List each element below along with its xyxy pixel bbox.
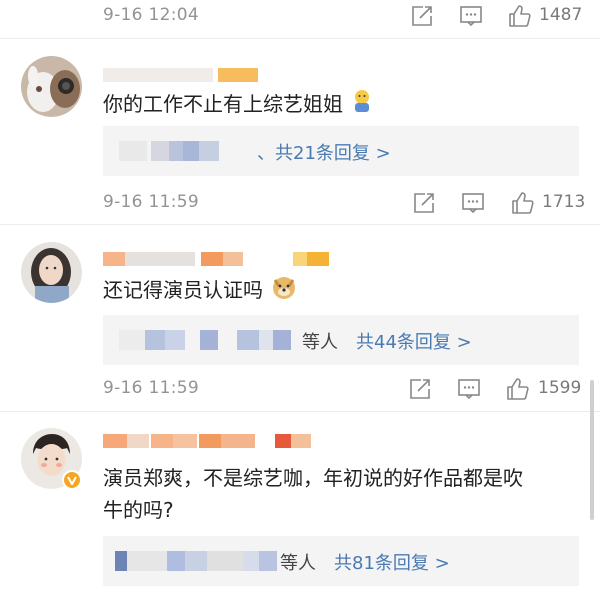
like-icon: [512, 192, 534, 214]
reply-count-link[interactable]: 共81条回复 >: [334, 549, 450, 575]
reply-preview-box[interactable]: 、共21条回复 >: [103, 126, 579, 176]
comment-icon: [460, 6, 482, 27]
comment-item: 演员郑爽，不是综艺咖，年初说的好作品都是吹 牛的吗? 等人 共81条回复 >: [0, 418, 600, 600]
username-blurred[interactable]: [103, 252, 333, 266]
reply-preview-box[interactable]: 等人 共44条回复 >: [103, 315, 579, 365]
comment-meta-row: 9-16 12:04 1487: [0, 0, 600, 37]
scrollbar[interactable]: [590, 380, 594, 520]
like-icon: [509, 5, 531, 27]
reply-count-link[interactable]: 共44条回复 >: [356, 328, 472, 354]
doge-emoji: [271, 274, 297, 309]
like-count: 1599: [538, 378, 582, 398]
reply-others-label: 等人: [302, 332, 338, 353]
comment-timestamp: 9-16 11:59: [103, 192, 199, 212]
username-blurred[interactable]: [103, 434, 333, 448]
reply-preview-box[interactable]: 等人 共81条回复 >: [103, 536, 579, 586]
share-button[interactable]: [409, 188, 439, 218]
username-blurred[interactable]: [103, 68, 263, 82]
comment-button[interactable]: [456, 1, 486, 31]
comment-text: 演员郑爽，不是综艺咖，年初说的好作品都是吹 牛的吗?: [103, 466, 523, 522]
share-icon: [414, 193, 434, 213]
like-button[interactable]: [508, 188, 538, 218]
like-button[interactable]: [503, 374, 533, 404]
divider: [0, 411, 600, 412]
comment-button[interactable]: [454, 374, 484, 404]
share-icon: [410, 379, 430, 399]
comment-item: 还记得演员认证吗 等人 共44条回复 >: [0, 232, 600, 372]
divider: [0, 224, 600, 225]
share-button[interactable]: [407, 1, 437, 31]
like-button[interactable]: [505, 1, 535, 31]
verified-badge: [62, 470, 82, 490]
share-button[interactable]: [405, 374, 435, 404]
share-icon: [412, 6, 432, 26]
reply-count-link[interactable]: 、共21条回复 >: [257, 139, 391, 165]
comment-icon: [458, 379, 480, 400]
comment-text: 你的工作不止有上综艺姐姐: [103, 88, 373, 122]
like-count: 1487: [539, 5, 583, 25]
comment-timestamp: 9-16 11:59: [103, 378, 199, 398]
comment-timestamp: 9-16 12:04: [103, 5, 199, 25]
comment-meta-row: 9-16 11:59 1599: [0, 370, 600, 410]
verified-icon: [67, 476, 77, 485]
comment-item: 你的工作不止有上综艺姐姐 、共21条回复 >: [0, 48, 600, 183]
divider: [0, 38, 600, 39]
comment-text: 还记得演员认证吗: [103, 274, 297, 309]
avatar[interactable]: [21, 242, 82, 303]
comment-icon: [462, 193, 484, 214]
reply-others-label: 等人: [280, 553, 316, 574]
shrug-emoji: [351, 89, 373, 122]
like-count: 1713: [542, 192, 586, 212]
comment-meta-row: 9-16 11:59 1713: [0, 184, 600, 224]
comment-button[interactable]: [458, 188, 488, 218]
like-icon: [507, 378, 529, 400]
avatar[interactable]: [21, 56, 82, 117]
